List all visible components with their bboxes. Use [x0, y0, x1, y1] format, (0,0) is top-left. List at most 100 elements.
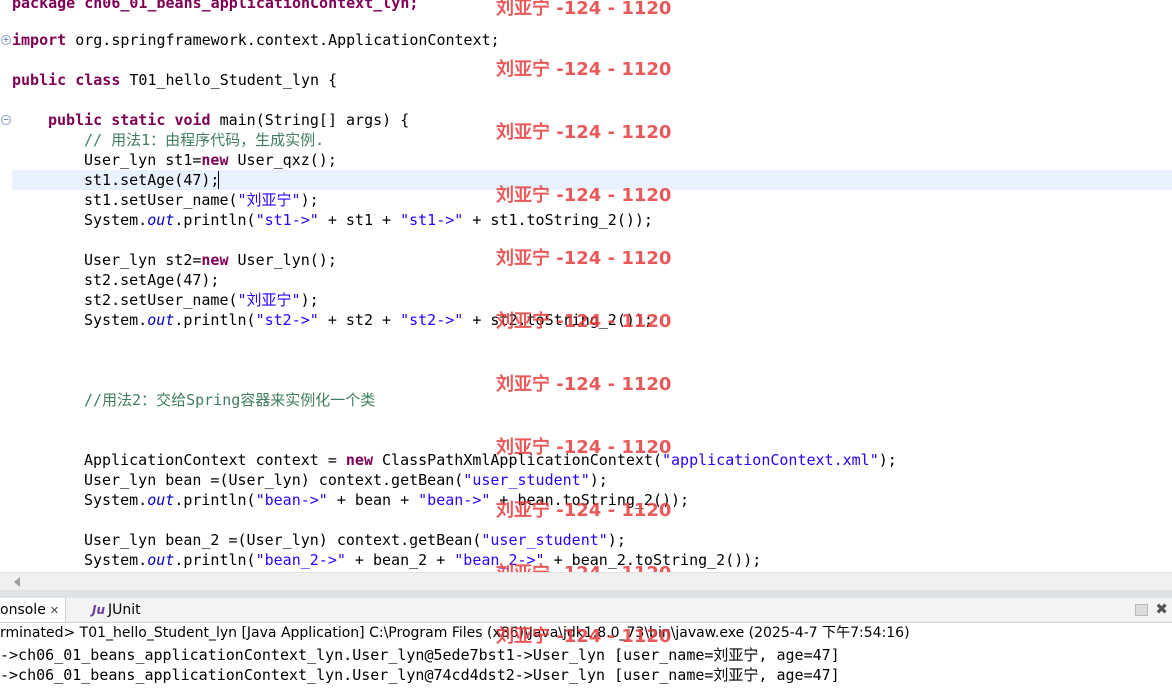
code-text: + st1.toString_2()); — [463, 211, 653, 229]
horizontal-scrollbar[interactable] — [0, 572, 1172, 591]
code-text: ); — [878, 451, 897, 469]
string-literal: "user_student" — [463, 471, 590, 489]
tab-console[interactable]: onsole ✕ — [0, 598, 67, 622]
keyword-import: import — [12, 31, 67, 49]
code-text: ); — [607, 531, 626, 549]
string-literal: "st1->" — [400, 211, 464, 229]
code-line-getbean-2: User_lyn bean_2 =(User_lyn) context.getB… — [84, 530, 626, 550]
keyword-void: void — [174, 111, 211, 129]
console-output-line: ->ch06_01_beans_applicationContext_lyn.U… — [0, 666, 840, 684]
tab-junit[interactable]: Ju JUnit — [92, 598, 141, 622]
code-line-class: public class T01_hello_Student_lyn { — [12, 70, 337, 90]
keyword-class: class — [75, 71, 121, 89]
code-line-st2-println: System.out.println("st2->" + st2 + "st2-… — [84, 310, 653, 330]
code-text: + bean_2.toString_2()); — [544, 551, 762, 569]
close-icon[interactable]: ✖ — [1155, 600, 1168, 618]
code-line-package: package ch06_01_beans_applicationContext… — [12, 0, 418, 13]
string-literal: "st2->" — [400, 311, 464, 329]
code-text: User_lyn st1= — [84, 151, 202, 169]
code-text: .println( — [174, 211, 256, 229]
code-text: + st2 + — [318, 311, 401, 329]
watermark-text: 刘亚宁 -124 - 1120 — [496, 248, 672, 269]
code-line-st2-new: User_lyn st2=new User_lyn(); — [84, 250, 337, 270]
code-comment-1: // 用法1：由程序代码，生成实例. — [84, 131, 325, 149]
code-line-bean-println: System.out.println("bean->" + bean + "be… — [84, 490, 689, 510]
console-tab-bar: onsole ✕ Ju JUnit ✖ — [0, 598, 1172, 623]
console-output-line: ->ch06_01_beans_applicationContext_lyn.U… — [0, 646, 840, 664]
text-caret — [218, 171, 219, 189]
class-name: T01_hello_Student_lyn { — [120, 71, 338, 89]
keyword-new: new — [345, 451, 373, 469]
code-text: User_lyn bean_2 =(User_lyn) context.getB… — [84, 531, 482, 549]
watermark-text: 刘亚宁 -124 - 1120 — [496, 0, 672, 19]
code-text: System. — [84, 491, 148, 509]
string-literal: "st1->" — [255, 211, 319, 229]
watermark-text: 刘亚宁 -124 - 1120 — [496, 374, 672, 395]
tab-junit-label: JUnit — [108, 602, 141, 618]
code-text: + bean.toString_2()); — [490, 491, 690, 509]
static-field-out: out — [147, 551, 175, 569]
code-text: st1.setUser_name( — [84, 191, 238, 209]
string-literal: "bean_2->" — [255, 551, 346, 569]
code-text: + st1 + — [318, 211, 401, 229]
keyword-new: new — [201, 251, 229, 269]
code-text: st2.setUser_name( — [84, 291, 238, 309]
code-line-main: public static void main(String[] args) { — [48, 110, 409, 130]
junit-icon: Ju — [92, 603, 106, 617]
fold-collapse-icon[interactable]: − — [1, 115, 11, 125]
string-literal: "刘亚宁" — [237, 291, 301, 309]
static-field-out: out — [147, 211, 175, 229]
code-line-import: import org.springframework.context.Appli… — [12, 30, 500, 50]
code-text: System. — [84, 311, 148, 329]
string-literal: "user_student" — [481, 531, 608, 549]
code-text: User_lyn(); — [228, 251, 337, 269]
code-text: .println( — [174, 551, 256, 569]
code-editor[interactable]: + − package ch06_01_beans_applicationCon… — [0, 0, 1172, 572]
string-literal: "applicationContext.xml" — [661, 451, 879, 469]
string-literal: "刘亚宁" — [237, 191, 301, 209]
tab-console-label: onsole — [0, 602, 46, 618]
console-status-line: rminated> T01_hello_Student_lyn [Java Ap… — [0, 625, 910, 641]
string-literal: "bean->" — [418, 491, 491, 509]
code-line-st2-setname: st2.setUser_name("刘亚宁"); — [84, 290, 319, 310]
code-text: .println( — [174, 491, 256, 509]
string-literal: "bean_2->" — [454, 551, 545, 569]
panel-divider[interactable] — [0, 590, 1172, 598]
code-line-st1-setname: st1.setUser_name("刘亚宁"); — [84, 190, 319, 210]
code-text: ApplicationContext context = — [84, 451, 346, 469]
keyword-public: public — [12, 71, 67, 89]
code-text: ); — [300, 191, 319, 209]
code-line-st1-new: User_lyn st1=new User_qxz(); — [84, 150, 337, 170]
editor-gutter — [0, 0, 10, 572]
code-text: System. — [84, 551, 148, 569]
code-line-st1-setage: st1.setAge(47); — [84, 171, 220, 189]
code-line-st1-println: System.out.println("st1->" + st1 + "st1-… — [84, 210, 653, 230]
code-line-context: ApplicationContext context = new ClassPa… — [84, 450, 897, 470]
code-comment-2: //用法2：交给Spring容器来实例化一个类 — [84, 391, 376, 409]
code-text: ); — [589, 471, 608, 489]
code-text: System. — [84, 211, 148, 229]
code-line-st2-setage: st2.setAge(47); — [84, 271, 220, 289]
code-text: + bean + — [327, 491, 419, 509]
code-text: User_lyn st2= — [84, 251, 202, 269]
keyword-new: new — [201, 151, 229, 169]
fold-expand-icon[interactable]: + — [1, 35, 11, 45]
code-text: .println( — [174, 311, 256, 329]
code-text: + bean_2 + — [345, 551, 455, 569]
minimize-icon[interactable] — [1135, 604, 1148, 616]
code-text: + st2.toString_2()); — [463, 311, 653, 329]
keyword-public: public — [48, 111, 103, 129]
scroll-left-arrow-icon[interactable] — [14, 577, 20, 587]
code-text: User_lyn bean =(User_lyn) context.getBea… — [84, 471, 464, 489]
watermark-text: 刘亚宁 -124 - 1120 — [496, 59, 672, 80]
string-literal: "st2->" — [255, 311, 319, 329]
keyword-static: static — [111, 111, 166, 129]
main-signature: main(String[] args) { — [210, 111, 410, 129]
import-path: org.springframework.context.ApplicationC… — [66, 31, 500, 49]
close-tab-icon[interactable]: ✕ — [50, 604, 59, 617]
code-line-getbean: User_lyn bean =(User_lyn) context.getBea… — [84, 470, 608, 490]
code-text: ClassPathXmlApplicationContext( — [373, 451, 662, 469]
package-text: package ch06_01_beans_applicationContext… — [12, 0, 419, 12]
string-literal: "bean->" — [255, 491, 328, 509]
code-text: User_qxz(); — [228, 151, 337, 169]
